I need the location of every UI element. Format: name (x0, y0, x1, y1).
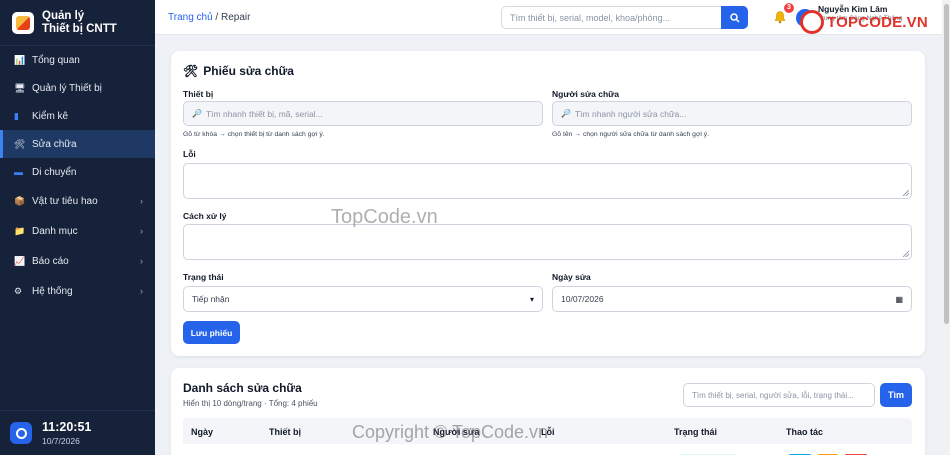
sidebar-item-inventory[interactable]: ▮ Kiểm kê (0, 102, 155, 130)
device-label: Thiết bị (183, 89, 214, 99)
repairer-hint: Gõ tên → chọn người sửa chữa từ danh sác… (552, 131, 710, 138)
find-button[interactable]: Tìm (880, 383, 912, 407)
sidebar-item-supplies[interactable]: 📦 Vật tư tiêu hao › (0, 186, 155, 216)
brand[interactable]: Quản lý Thiết bị CNTT (0, 0, 155, 46)
sidebar-item-devices[interactable]: 🖥 Quản lý Thiết bị (0, 74, 155, 102)
global-search-button[interactable] (721, 6, 748, 29)
sidebar-item-label: Di chuyển (32, 166, 77, 178)
tools-icon: 🛠 (14, 138, 26, 149)
device-search-placeholder: Tìm nhanh thiết bị, mã, serial... (205, 108, 323, 119)
sidebar-item-repair[interactable]: 🛠 Sửa chữa (0, 130, 155, 158)
device-search-field[interactable]: 🔎 Tìm nhanh thiết bị, mã, serial... (183, 101, 543, 126)
fix-textarea[interactable] (183, 224, 912, 260)
app-logo-icon (12, 11, 34, 34)
clock-time: 11:20:51 (42, 420, 92, 434)
sidebar-item-overview[interactable]: 📊 Tổng quan (0, 46, 155, 74)
sidebar-nav: 📊 Tổng quan 🖥 Quản lý Thiết bị ▮ Kiểm kê… (0, 46, 155, 306)
gear-icon: ⚙ (14, 285, 23, 296)
sidebar-item-catalog[interactable]: 📁 Danh mục › (0, 216, 155, 246)
repair-list-title: Danh sách sửa chữa (183, 381, 302, 395)
global-search-input[interactable] (501, 6, 721, 29)
brand-title: Quản lý Thiết bị CNTT (42, 10, 117, 36)
clock-date: 10/7/2026 (42, 436, 80, 446)
repairer-label: Người sửa chữa (552, 89, 620, 99)
sidebar-item-label: Quản lý Thiết bị (32, 82, 102, 94)
sidebar: Quản lý Thiết bị CNTT 📊 Tổng quan 🖥 Quản… (0, 0, 155, 455)
topcode-logo-text: TOPCODE.VN (827, 13, 928, 31)
breadcrumb: Trang chủ / Repair (168, 12, 250, 23)
chevron-right-icon: › (140, 256, 143, 266)
notification-count-badge: 3 (784, 3, 794, 13)
key-icon: 🔎 (192, 109, 202, 118)
global-search (501, 6, 748, 29)
calendar-icon[interactable]: ▦ (895, 295, 903, 304)
scrollbar-thumb[interactable] (944, 4, 949, 324)
topcode-logo-icon (800, 10, 824, 34)
repair-form-title: 🛠 Phiếu sửa chữa (183, 64, 294, 78)
brand-line-1: Quản lý (42, 9, 85, 22)
sidebar-item-label: Kiểm kê (32, 110, 69, 122)
repair-date-input[interactable]: 10/07/2026 ▦ (552, 286, 912, 312)
sidebar-item-label: Danh mục (32, 225, 78, 237)
repairer-search-field[interactable]: 🔎 Tìm nhanh người sửa chữa... (552, 101, 912, 126)
error-textarea[interactable] (183, 163, 912, 199)
sidebar-item-label: Tổng quan (32, 54, 80, 66)
status-label: Trạng thái (183, 272, 224, 282)
column-header-actions[interactable]: Thao tác (786, 427, 823, 437)
sidebar-item-label: Vật tư tiêu hao (32, 195, 98, 207)
sidebar-item-label: Báo cáo (32, 255, 69, 267)
clock-icon (10, 422, 32, 444)
repair-list-subtitle: Hiển thị 10 dòng/trang · Tổng: 4 phiếu (183, 399, 318, 408)
page-scrollbar[interactable] (942, 0, 950, 455)
device-hint: Gõ từ khóa → chọn thiết bị từ danh sách … (183, 131, 325, 138)
repair-list-search-input[interactable]: Tìm thiết bị, serial, người sửa, lỗi, tr… (683, 383, 875, 407)
chevron-right-icon: › (140, 226, 143, 236)
sidebar-item-label: Hệ thống (32, 285, 73, 297)
sidebar-item-system[interactable]: ⚙ Hệ thống › (0, 276, 155, 306)
sidebar-item-transfer[interactable]: ▬ Di chuyển (0, 158, 155, 186)
breadcrumb-home[interactable]: Trang chủ (168, 12, 213, 23)
breadcrumb-separator: / (212, 12, 221, 23)
bell-icon[interactable] (773, 10, 787, 24)
box-icon: 📦 (14, 195, 26, 206)
fix-label: Cách xử lý (183, 211, 227, 221)
column-header-device[interactable]: Thiết bị (269, 427, 301, 437)
sidebar-clock: 11:20:51 10/7/2026 (0, 410, 155, 455)
repair-form-card: 🛠 Phiếu sửa chữa Thiết bị 🔎 Tìm nhanh th… (171, 51, 925, 356)
error-label: Lỗi (183, 149, 196, 159)
column-header-status[interactable]: Trạng thái (674, 427, 717, 437)
search-icon (729, 12, 740, 23)
repair-date-value: 10/07/2026 (561, 294, 604, 304)
save-repair-button[interactable]: Lưu phiếu (183, 321, 240, 344)
chevron-right-icon: › (140, 196, 143, 206)
repairer-search-placeholder: Tìm nhanh người sửa chữa... (574, 108, 687, 119)
topcode-logo: TOPCODE.VN (800, 10, 928, 34)
repair-form-title-text: Phiếu sửa chữa (203, 64, 294, 78)
chevron-down-icon: ▾ (529, 295, 534, 304)
date-label: Ngày sửa (552, 272, 591, 282)
chevron-right-icon: › (140, 286, 143, 296)
sidebar-item-reports[interactable]: 📈 Báo cáo › (0, 246, 155, 276)
brand-line-2: Thiết bị CNTT (42, 22, 117, 35)
folder-icon: 📁 (14, 225, 26, 236)
monitor-icon: 🖥 (14, 82, 26, 93)
watermark-copyright: Copyright © TopCode.vn (352, 422, 549, 442)
watermark-center: TopCode.vn (331, 206, 438, 228)
sidebar-item-label: Sửa chữa (32, 138, 77, 150)
inventory-icon: ▮ (14, 110, 19, 121)
breadcrumb-current: Repair (221, 12, 251, 23)
report-icon: 📈 (14, 255, 26, 266)
column-header-date[interactable]: Ngày (191, 427, 213, 437)
status-select-value: Tiếp nhận (192, 294, 230, 304)
key-icon: 🔎 (561, 109, 571, 118)
transfer-icon: ▬ (14, 167, 23, 177)
status-select[interactable]: Tiếp nhận ▾ (183, 286, 543, 312)
tools-icon: 🛠 (183, 64, 199, 78)
chart-icon: 📊 (14, 54, 26, 65)
